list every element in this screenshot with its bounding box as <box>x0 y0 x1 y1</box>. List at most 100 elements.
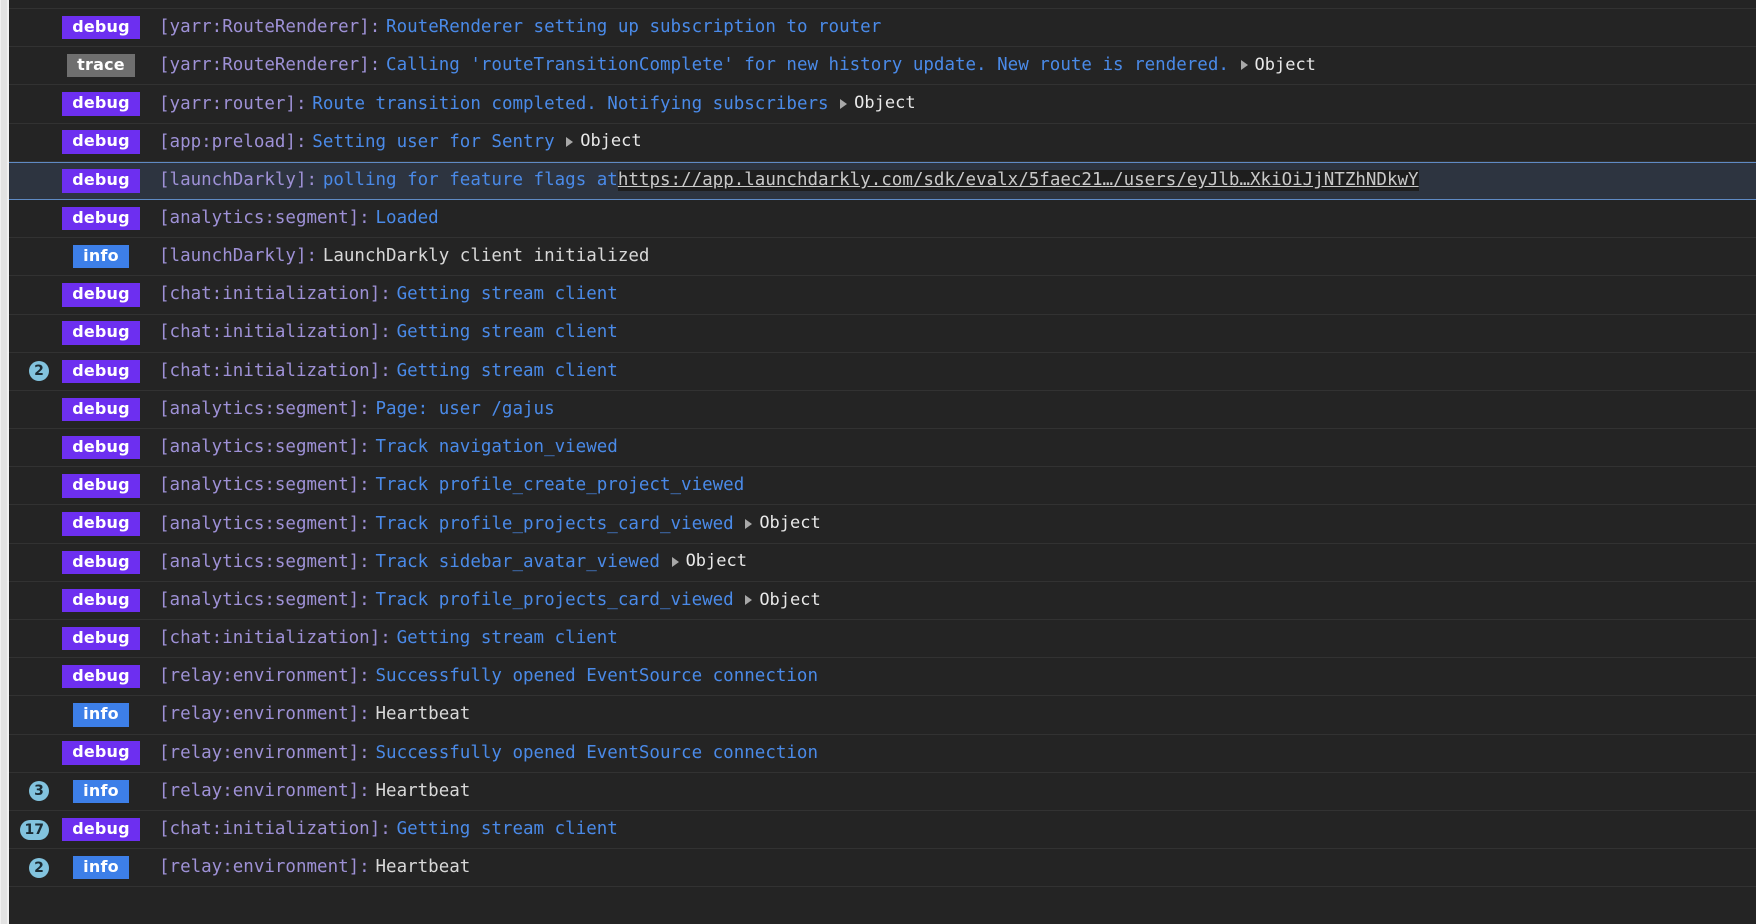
log-level-badge-info: info <box>73 779 129 804</box>
log-row[interactable]: debug [analytics:segment]: Track profile_p… <box>0 581 1756 620</box>
log-message-text: Track sidebar_avatar_viewed <box>375 552 660 572</box>
triangle-right-icon[interactable] <box>840 98 848 109</box>
log-message-text: Heartbeat <box>375 858 471 878</box>
log-message-text: Page: user /gajus <box>375 399 555 419</box>
log-message: [analytics:segment]: Track profile_projec… <box>149 514 1756 534</box>
log-message-text: Getting stream client <box>396 361 618 381</box>
log-row[interactable]: 2 debug [chat:initialization]: Getting stre… <box>0 352 1756 391</box>
log-level-cell: debug <box>53 435 149 460</box>
log-message: [relay:environment]: Successfully opened … <box>149 744 1756 763</box>
log-row[interactable]: debug [chat:initialization]: Getting strea… <box>0 276 1756 315</box>
triangle-right-icon[interactable] <box>1240 60 1248 71</box>
log-row[interactable]: debug [relay:environment]: Successfully op… <box>0 734 1756 773</box>
object-expander[interactable]: Object <box>1240 56 1316 75</box>
log-level-cell: debug <box>53 359 149 383</box>
log-namespace: [chat:initialization]: <box>159 285 391 305</box>
log-level-badge-debug: debug <box>62 206 140 231</box>
log-message-text: Getting stream client <box>396 819 618 839</box>
log-level-badge-debug: debug <box>62 130 140 154</box>
log-row[interactable]: debug [analytics:segment]: Page: user /gaj… <box>0 390 1756 430</box>
log-message: [relay:environment]: Successfully opened … <box>149 667 1756 686</box>
triangle-right-icon[interactable] <box>745 518 753 529</box>
log-level-badge-info: info <box>73 703 129 727</box>
log-row[interactable]: debug [app:preload]: Setting user for Sent… <box>0 123 1756 162</box>
log-message-text: polling for feature flags at <box>322 170 618 191</box>
log-message: [chat:initialization]: Getting stream cli… <box>149 285 1756 304</box>
triangle-right-icon[interactable] <box>745 594 753 605</box>
log-message-text: Track navigation_viewed <box>375 438 618 458</box>
log-row[interactable]: debug [launchDarkly]: polling for feature … <box>0 161 1756 200</box>
log-row[interactable]: debug [analytics:segment]: Track sidebar_a… <box>0 543 1756 582</box>
log-namespace: [analytics:segment]: <box>159 438 370 458</box>
log-message: [relay:environment]: Heartbeat <box>149 782 1756 801</box>
log-level-cell: debug <box>53 817 149 842</box>
log-level-badge-debug: debug <box>62 92 140 116</box>
log-message-text: Track profile_projects_card_viewed <box>375 514 734 534</box>
repeat-count-badge: 2 <box>29 857 49 878</box>
log-level-cell: debug <box>53 169 149 193</box>
object-expander[interactable]: Object <box>745 590 821 610</box>
object-expander[interactable]: Object <box>671 552 747 571</box>
log-level-cell: debug <box>53 397 149 422</box>
log-row[interactable]: 3 info [relay:environment]: Heartbeat <box>0 772 1756 811</box>
log-namespace: [relay:environment]: <box>159 781 370 801</box>
log-level-cell: debug <box>53 550 149 574</box>
log-level-cell: debug <box>53 92 149 116</box>
log-row[interactable]: debug [analytics:segment]: Track profile_c… <box>0 467 1756 506</box>
log-row[interactable]: trace [yarr:RouteRenderer]: Calling 'route… <box>0 47 1756 86</box>
log-namespace: [chat:initialization]: <box>159 819 391 839</box>
log-row[interactable]: debug [chat:initialization]: Getting strea… <box>0 314 1756 353</box>
log-message-text: Route transition completed. Notifying su… <box>312 94 829 114</box>
triangle-right-icon[interactable] <box>671 556 679 567</box>
log-row[interactable]: debug [yarr:RouteRenderer]: RouteRenderer … <box>0 9 1756 48</box>
log-level-badge-info: info <box>73 245 129 269</box>
repeat-count-badge: 17 <box>19 819 49 840</box>
log-level-badge-debug: debug <box>62 283 140 307</box>
log-namespace: [yarr:RouteRenderer]: <box>159 17 381 37</box>
object-label: Object <box>759 590 821 610</box>
log-namespace: [yarr:router]: <box>159 94 307 114</box>
log-level-badge-debug: debug <box>62 474 140 498</box>
log-level-badge-debug: debug <box>62 397 140 422</box>
log-level-cell: debug <box>53 665 149 689</box>
log-row[interactable]: info [relay:environment]: Heartbeat <box>0 696 1756 735</box>
log-message-text: Setting user for Sentry <box>312 132 555 152</box>
log-namespace: [analytics:segment]: <box>159 590 370 610</box>
log-row[interactable]: debug [relay:environment]: Successfully op… <box>0 658 1756 697</box>
log-message: [chat:initialization]: Getting stream cli… <box>149 362 1756 381</box>
log-row[interactable]: 17 debug [chat:initialization]: Getting str… <box>0 810 1756 850</box>
log-level-badge-debug: debug <box>62 741 140 765</box>
log-namespace: [analytics:segment]: <box>159 399 370 419</box>
log-row[interactable]: debug [analytics:segment]: Loaded <box>0 199 1756 239</box>
log-message-text: Getting stream client <box>396 285 618 305</box>
log-row[interactable]: debug [analytics:segment]: Track profile_p… <box>0 505 1756 544</box>
object-expander[interactable]: Object <box>840 94 916 114</box>
log-message: [relay:environment]: Heartbeat <box>149 858 1756 877</box>
log-namespace: [analytics:segment]: <box>159 208 370 228</box>
row-gutter: 2 <box>9 361 53 382</box>
log-row[interactable]: debug [yarr:router]: Route transition comp… <box>0 85 1756 124</box>
log-row[interactable]: 2 info [relay:environment]: Heartbeat <box>0 849 1756 888</box>
log-row[interactable]: info [launchDarkly]: LaunchDarkly client i… <box>0 238 1756 277</box>
log-message: [analytics:segment]: Page: user /gajus <box>149 400 1756 419</box>
log-level-cell: info <box>53 779 149 804</box>
log-namespace: [relay:environment]: <box>159 743 370 763</box>
object-label: Object <box>580 132 642 152</box>
object-expander[interactable]: Object <box>745 514 821 533</box>
log-level-badge-debug: debug <box>62 665 140 689</box>
console-log-panel[interactable]: debug [yarr:RouteRenderer]: RouteRenderer … <box>0 0 1756 924</box>
object-label: Object <box>854 94 916 114</box>
log-row[interactable]: debug [analytics:segment]: Track navigatio… <box>0 429 1756 468</box>
log-namespace: [chat:initialization]: <box>159 628 391 648</box>
log-message-text: Heartbeat <box>375 705 471 725</box>
log-row[interactable]: debug [chat:initialization]: Getting strea… <box>0 620 1756 659</box>
log-url-link[interactable]: https://app.launchdarkly.com/sdk/evalx/5… <box>617 170 1419 192</box>
log-message-text: Loaded <box>375 208 439 228</box>
log-level-cell: debug <box>53 512 149 536</box>
log-level-cell: debug <box>53 206 149 231</box>
triangle-right-icon[interactable] <box>566 136 574 147</box>
log-level-cell: debug <box>53 741 149 765</box>
log-level-badge-debug: debug <box>62 169 140 193</box>
object-expander[interactable]: Object <box>566 132 642 152</box>
log-level-cell: debug <box>53 283 149 307</box>
